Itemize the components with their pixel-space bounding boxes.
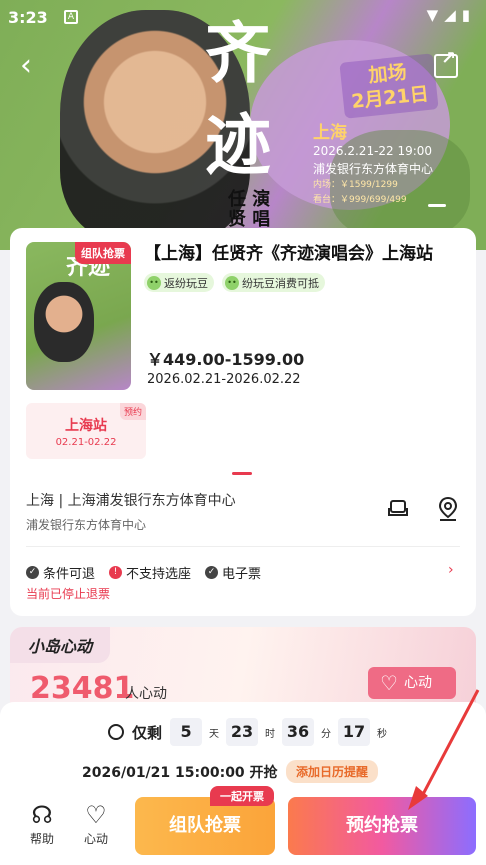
poster-tag: 组队抢票	[75, 242, 131, 264]
venue-name[interactable]: 上海 | 上海浦发银行东方体育中心	[26, 490, 236, 510]
headset-icon: ☊	[31, 801, 53, 829]
benefit-badges: •• 返纷玩豆 •• 纷玩豆消费可抵	[144, 273, 325, 292]
chevron-right-icon[interactable]: ›	[448, 562, 454, 578]
share-button[interactable]	[434, 48, 458, 78]
help-button[interactable]: ☊ 帮助	[22, 800, 62, 847]
favorite-button[interactable]: ♡ 心动	[76, 800, 116, 847]
station-dates: 02.21-02.22	[55, 437, 117, 448]
location-pin-icon[interactable]	[437, 496, 459, 522]
badge-label: 纷玩豆消费可抵	[242, 276, 319, 290]
badge-label: 返纷玩豆	[164, 276, 208, 290]
app-notification-icon: A	[64, 10, 78, 24]
help-label: 帮助	[29, 832, 54, 846]
event-info-card: 齐迹 组队抢票 【上海】任贤齐《齐迹演唱会》上海站 •• 返纷玩豆 •• 纷玩豆…	[10, 228, 476, 616]
event-poster[interactable]: 齐迹 组队抢票	[26, 242, 131, 390]
ticket-rules[interactable]: ✓ 条件可退 ! 不支持选座 ✓ 电子票	[26, 563, 261, 582]
bean-icon: ••	[225, 275, 239, 290]
team-button-tag: 一起开票	[210, 786, 274, 806]
rule-item: ✓ 条件可退	[26, 563, 95, 582]
badge-beans-deduct: •• 纷玩豆消费可抵	[222, 273, 325, 292]
check-icon: ✓	[26, 566, 39, 579]
rule-item: ✓ 电子票	[205, 563, 261, 582]
banner-datetime: 2026.2.21-22 19:00	[313, 144, 433, 158]
heart-section-title: 小岛心动	[10, 627, 111, 663]
expand-indicator	[232, 472, 252, 475]
heart-icon: ♡	[380, 671, 398, 695]
station-selector[interactable]: 上海站 02.21-02.22 预约	[26, 403, 146, 459]
price-range: ￥449.00-1599.00	[147, 350, 305, 369]
badge-return-beans: •• 返纷玩豆	[144, 273, 214, 292]
countdown: 仅剩 5 天 23 时 36 分 17 秒	[108, 718, 394, 746]
status-icons: ▼◢▮	[426, 6, 476, 24]
add-calendar-reminder-button[interactable]: 添加日历提醒	[286, 760, 379, 783]
seat-map-icon[interactable]	[387, 498, 409, 520]
station-tag: 预约	[119, 403, 146, 420]
carousel-indicator	[428, 204, 446, 207]
clock-icon	[108, 724, 124, 740]
banner-title-char: 迹	[205, 107, 271, 184]
refund-note: 当前已停止退票	[26, 587, 111, 601]
favorite-label: 心动	[83, 832, 108, 846]
divider	[26, 546, 460, 547]
alert-icon: !	[109, 566, 123, 579]
banner-price-inner: 内场：￥1599/1299	[313, 180, 398, 190]
poster-artist-photo	[34, 282, 94, 362]
banner-vertical-text: 任 演 贤 唱	[228, 189, 271, 230]
banner-info: 2026.2.21-22 19:00 浦发银行东方体育中心 内场：￥1599/1…	[313, 142, 433, 208]
countdown-unit: 分	[321, 728, 332, 740]
reserve-buy-button[interactable]: 预约抢票	[288, 797, 476, 855]
event-title: 【上海】任贤齐《齐迹演唱会》上海站	[144, 244, 433, 264]
heart-button[interactable]: ♡ 心动	[368, 667, 456, 699]
status-time: 3:23	[8, 8, 48, 27]
countdown-label: 仅剩	[132, 723, 163, 742]
rule-label: 电子票	[222, 567, 262, 582]
rule-label: 条件可退	[43, 567, 96, 582]
countdown-days: 5	[170, 718, 203, 746]
countdown-unit: 秒	[377, 728, 388, 740]
event-date-range: 2026.02.21-2026.02.22	[147, 372, 301, 387]
back-button[interactable]: ‹	[20, 51, 48, 81]
heart-count: 23481	[30, 671, 135, 706]
venue-subname: 浦发银行东方体育中心	[26, 518, 147, 532]
banner-venue: 浦发银行东方体育中心	[313, 162, 434, 176]
countdown-unit: 天	[209, 728, 220, 740]
countdown-unit: 时	[265, 728, 276, 740]
countdown-hours: 23	[226, 718, 259, 746]
rule-label: 不支持选座	[126, 567, 192, 582]
sale-start-time: 2026/01/21 15:00:00 开抢	[82, 765, 278, 781]
status-bar: 3:23 A ▼◢▮	[0, 0, 486, 34]
countdown-minutes: 36	[282, 718, 315, 746]
countdown-seconds: 17	[338, 718, 371, 746]
heart-icon: ♡	[85, 801, 107, 829]
banner-price-stand: 看台：￥999/699/499	[313, 195, 407, 205]
banner-extra-show: 加场 2月21日	[339, 53, 439, 119]
rule-item: ! 不支持选座	[109, 563, 191, 582]
banner-city: 上海	[313, 123, 347, 143]
heart-count-unit: 人心动	[125, 686, 167, 702]
heart-button-label: 心动	[404, 675, 432, 691]
bean-icon: ••	[147, 275, 161, 290]
bottom-action-panel: 仅剩 5 天 23 时 36 分 17 秒 2026/01/21 15:00:0…	[0, 702, 486, 865]
check-icon: ✓	[205, 566, 219, 579]
event-banner: 齐 迹 任 演 贤 唱 加场 2月21日 上海 2026.2.21-22 19:…	[0, 0, 486, 250]
